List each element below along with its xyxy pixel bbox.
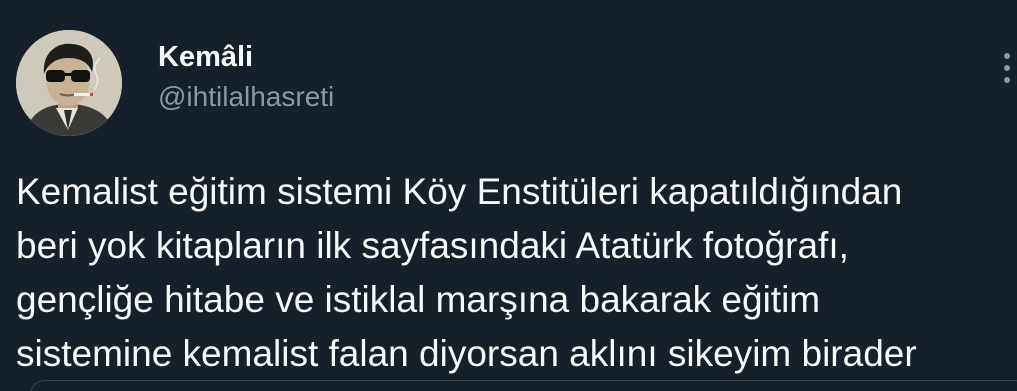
author-handle[interactable]: @ihtilalhasreti xyxy=(158,80,334,114)
tweet-text-line: beri yok kitapların ilk sayfasındaki Ata… xyxy=(16,225,849,266)
tweet-text-line: sistemine kemalist falan diyorsan aklını… xyxy=(16,333,917,374)
author-display-name[interactable]: Kemâli xyxy=(158,40,253,74)
embedded-card-edge xyxy=(30,380,1017,391)
tweet-text: Kemalist eğitim sistemi Köy Enstitüleri … xyxy=(16,165,1017,381)
more-options-button[interactable] xyxy=(990,48,1017,88)
more-vertical-icon xyxy=(1004,53,1010,83)
profile-photo-icon xyxy=(16,30,122,136)
tweet-card: Kemâli @ihtilalhasreti Kemalist eğitim s… xyxy=(0,0,1017,391)
tweet-text-line: gençliğe hitabe ve istiklal marşına baka… xyxy=(16,279,821,320)
tweet-text-line: Kemalist eğitim sistemi Köy Enstitüleri … xyxy=(16,171,903,212)
avatar[interactable] xyxy=(16,30,122,136)
